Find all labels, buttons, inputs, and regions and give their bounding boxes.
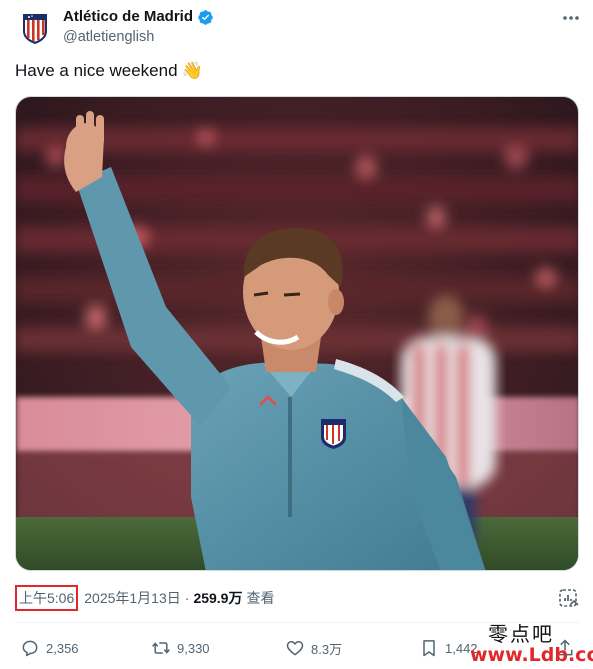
like-count: 8.3万 — [311, 641, 343, 657]
heart-icon — [286, 641, 304, 656]
retweet-icon — [152, 642, 170, 654]
bookmark-icon — [423, 640, 435, 657]
more-options-button[interactable] — [559, 8, 583, 28]
views-label: 查看 — [246, 590, 275, 606]
share-button[interactable] — [555, 636, 575, 660]
reply-icon — [22, 640, 38, 657]
analytics-icon — [559, 589, 579, 607]
more-horizontal-icon — [563, 16, 579, 20]
share-icon — [557, 639, 573, 656]
reply-count: 2,356 — [46, 640, 79, 656]
account-avatar[interactable] — [15, 8, 55, 48]
tweet-text: Have a nice weekend 👋 — [15, 60, 203, 82]
verified-badge-icon — [197, 9, 214, 26]
account-handle[interactable]: @atletienglish — [63, 28, 214, 46]
like-button[interactable]: 8.3万 — [285, 636, 342, 660]
tweet-header: Atlético de Madrid @atletienglish — [15, 8, 583, 48]
tweet-actions: 2,356 9,330 8.3万 1,442 — [15, 636, 579, 662]
tweet-date[interactable]: 2025年1月13日 — [84, 588, 181, 608]
post-analytics-button[interactable] — [557, 587, 579, 609]
tweet-time[interactable]: 上午5:06 — [15, 585, 79, 611]
display-name[interactable]: Atlético de Madrid — [63, 8, 193, 26]
reply-button[interactable]: 2,356 — [20, 636, 79, 660]
name-block: Atlético de Madrid @atletienglish — [63, 8, 214, 46]
retweet-count: 9,330 — [177, 640, 210, 656]
waving-hand-emoji: 👋 — [181, 61, 203, 80]
meta-separator: · — [184, 590, 190, 606]
tweet-media-photo[interactable] — [15, 96, 579, 571]
divider — [15, 622, 579, 623]
bookmark-button[interactable]: 1,442 — [419, 636, 478, 660]
retweet-button[interactable]: 9,330 — [151, 636, 210, 660]
player-waving-photo — [16, 97, 578, 570]
tweet-meta: 上午5:06 2025年1月13日 · 259.9万 查看 — [15, 585, 275, 611]
bookmark-count: 1,442 — [445, 640, 478, 656]
views-count: 259.9万 — [193, 590, 243, 606]
tweet-body-text: Have a nice weekend — [15, 61, 178, 80]
atletico-crest-icon — [23, 14, 47, 44]
